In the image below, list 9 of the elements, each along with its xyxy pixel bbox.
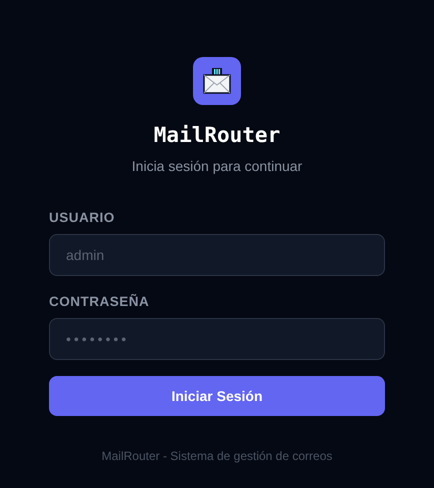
username-field[interactable]: admin <box>49 234 385 276</box>
subtitle: Inicia sesión para continuar <box>132 157 302 175</box>
password-field[interactable]: •••••••• <box>49 318 385 360</box>
field-label: CONTRASEÑA <box>49 294 150 310</box>
app-title: MailRouter <box>154 122 280 149</box>
field-label: USUARIO <box>49 210 116 226</box>
envelope-icon <box>202 67 232 95</box>
login-button[interactable]: Iniciar Sesión <box>49 376 385 416</box>
footer-text: MailRouter - Sistema de gestión de correos <box>102 449 332 463</box>
